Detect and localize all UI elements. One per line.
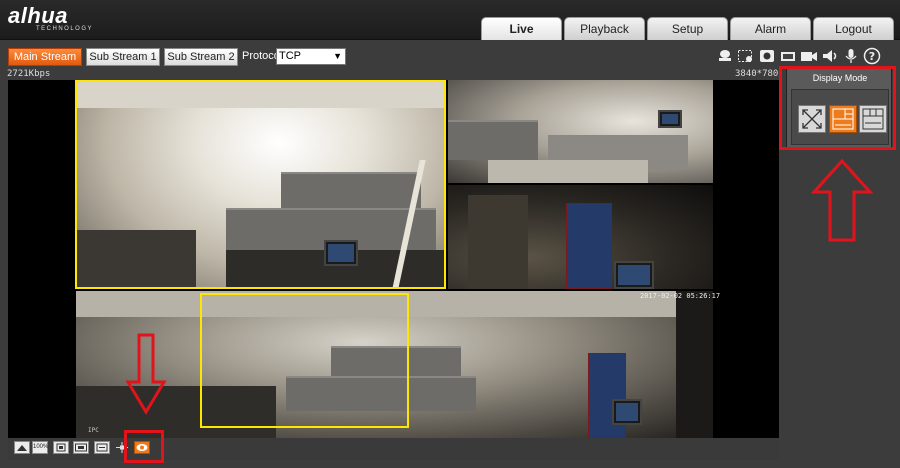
live-tool-icons: ? [716,47,881,65]
annotation-highlight-fisheye-button [124,430,164,463]
record-icon[interactable] [758,47,776,65]
wall-panel [468,195,528,289]
svg-text:?: ? [869,50,875,63]
desk [488,160,648,183]
monitor [614,261,654,289]
bitrate-readout: 2721Kbps [7,69,51,79]
sub-stream-1-button[interactable]: Sub Stream 1 [86,48,160,66]
ipc-label: IPC [88,427,99,434]
protocol-select[interactable]: TCP ▼ [276,48,346,65]
region-highlight-box [200,293,409,428]
brand-subtitle: TECHNOLOGY [36,26,94,32]
monitor [612,399,642,425]
zoom-icon[interactable] [94,441,110,454]
original-size-label: 100% [33,444,49,450]
tab-setup[interactable]: Setup [647,17,728,40]
main-stream-button[interactable]: Main Stream [8,48,82,66]
brand-name: alhua [8,3,68,28]
snapshot-icon[interactable] [779,47,797,65]
tab-logout[interactable]: Logout [813,17,894,40]
brand-logo: alhua TECHNOLOGY [8,3,94,33]
header-bar: alhua TECHNOLOGY Live Playback Setup Ala… [0,0,900,40]
protocol-value: TCP [279,50,301,62]
video-tile-middle-right[interactable] [448,185,713,289]
video-timestamp: 2017-02-02 05:26:17 [640,292,721,300]
annotation-highlight-display-mode [779,66,896,150]
annotation-arrow-down [125,333,167,415]
wall-shadow [676,291,713,438]
microphone-icon[interactable] [842,47,860,65]
sub-stream-2-button[interactable]: Sub Stream 2 [164,48,238,66]
help-icon[interactable]: ? [863,47,881,65]
product-banner [566,203,612,289]
product-banner [588,353,626,438]
monitor [658,110,682,128]
video-tile-top-right[interactable] [448,80,713,183]
region-zoom-icon[interactable] [737,47,755,65]
tab-alarm[interactable]: Alarm [730,17,811,40]
fit-window-icon[interactable] [53,441,69,454]
annotation-arrow-up [810,158,874,242]
region-highlight-box [75,80,446,289]
tab-playback[interactable]: Playback [564,17,645,40]
tab-live[interactable]: Live [481,17,562,40]
main-nav-tabs: Live Playback Setup Alarm Logout [481,17,896,40]
volume-icon[interactable] [821,47,839,65]
aspect-ratio-icon[interactable] [73,441,89,454]
video-icon[interactable] [800,47,818,65]
resolution-readout: 3840*780 [735,69,779,79]
cubicle-partition [448,120,538,160]
ptz-icon[interactable] [716,47,734,65]
fullscreen-icon[interactable] [14,441,30,454]
chevron-down-icon: ▼ [333,51,342,61]
original-size-icon[interactable]: 100% [32,441,48,454]
